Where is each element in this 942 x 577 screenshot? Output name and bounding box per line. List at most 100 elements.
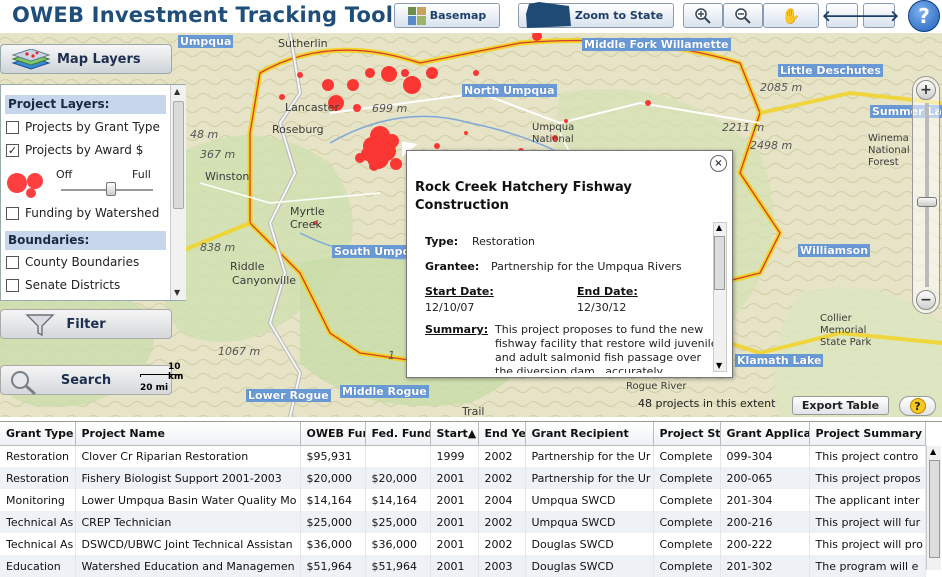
scroll-up-icon[interactable]: ▲: [716, 223, 722, 232]
help-icon: ?: [909, 398, 926, 414]
map-label-lancaster: Lancaster: [285, 101, 339, 114]
table-row[interactable]: Monitoring Lower Umpqua Basin Water Quali…: [0, 489, 926, 511]
help-button[interactable]: ?: [908, 0, 940, 32]
search-icon: [11, 371, 36, 396]
table-row[interactable]: Technical As CREP Technician $25,000 $25,00…: [0, 511, 926, 533]
layer-county-boundaries[interactable]: County Boundaries: [6, 255, 139, 269]
table-cell: 2001: [430, 489, 479, 511]
table-cell: $20,000: [365, 467, 431, 489]
scroll-up-icon[interactable]: ▲: [930, 447, 936, 456]
map-label-riddle: Riddle: [230, 260, 265, 273]
zoom-slider-handle[interactable]: [917, 197, 937, 207]
layer-checkbox[interactable]: [6, 206, 19, 220]
table-cell: 2002: [478, 511, 526, 533]
funnel-icon: [25, 314, 55, 337]
layer-projects-by-grant-type[interactable]: Projects by Grant Type: [6, 120, 160, 134]
table-cell: Complete: [653, 467, 721, 489]
table-cell: Fishery Biologist Support 2001-2003: [75, 467, 301, 489]
project-count-label: 48 projects in this extent: [638, 397, 776, 410]
close-icon: ×: [714, 158, 723, 169]
table-cell: Complete: [653, 511, 721, 533]
column-header[interactable]: Fed. Fund: [365, 422, 431, 446]
watershed-label-middle-rogue: Middle Rogue: [340, 385, 429, 398]
layer-checkbox-checked[interactable]: ✓: [6, 143, 19, 157]
column-header[interactable]: Start▲: [430, 422, 479, 446]
table-cell: Clover Cr Riparian Restoration: [75, 445, 301, 467]
scrollbar-thumb[interactable]: [929, 460, 940, 558]
table-row[interactable]: Restoration Clover Cr Riparian Restoratio…: [0, 445, 926, 467]
watershed-label-umpqua: Umpqua: [178, 35, 234, 48]
slider-zoom-in-button[interactable]: +: [916, 80, 936, 100]
zoom-to-state-button[interactable]: Zoom to State: [518, 2, 674, 28]
layer-checkbox[interactable]: [6, 255, 19, 269]
table-cell: This project will fur: [809, 511, 926, 533]
table-cell: Technical As: [0, 533, 76, 555]
pan-button[interactable]: ✋: [763, 3, 819, 28]
popup-end-label: End Date:: [577, 285, 638, 298]
layer-label: Funding by Watershed: [25, 206, 160, 220]
scroll-up-icon[interactable]: ▲: [174, 87, 180, 96]
table-cell: Lower Umpqua Basin Water Quality Mo: [75, 489, 301, 511]
elevation-label: 838 m: [200, 241, 236, 254]
popup-scrollbar[interactable]: ▲ ▼: [713, 222, 727, 372]
table-cell: 2003: [478, 555, 526, 577]
table-cell: Complete: [653, 445, 721, 467]
table-cell: 2004: [478, 489, 526, 511]
table-scrollbar[interactable]: ▲: [926, 446, 941, 570]
popup-type-label: Type:: [425, 235, 459, 248]
zoom-slider-track[interactable]: [925, 103, 929, 287]
table-cell: Douglas SWCD: [525, 555, 654, 577]
layer-checkbox[interactable]: [6, 278, 19, 292]
column-header[interactable]: Project Name: [75, 422, 301, 446]
column-header[interactable]: Grant Recipient: [525, 422, 654, 446]
layer-senate-districts[interactable]: Senate Districts: [6, 278, 120, 292]
scrollbar-thumb[interactable]: [173, 101, 184, 209]
column-header[interactable]: Grant Applicat: [720, 422, 810, 446]
table-cell: $95,931: [300, 445, 366, 467]
watershed-label-williamson: Williamson: [798, 244, 871, 257]
map-label-sutherlin: Sutherlin: [278, 37, 328, 50]
zoom-in-button[interactable]: [683, 3, 723, 28]
table-cell: The applicant inter: [809, 489, 926, 511]
map-layers-icon: [11, 49, 51, 70]
layer-checkbox[interactable]: [6, 120, 19, 134]
watershed-label-north-umpqua: North Umpqua: [462, 84, 557, 97]
zoom-out-button[interactable]: [723, 3, 763, 28]
slider-zoom-out-button[interactable]: −: [916, 290, 936, 310]
export-table-button[interactable]: Export Table: [792, 396, 889, 415]
zoom-slider[interactable]: + −: [912, 76, 940, 314]
table-row[interactable]: Restoration Fishery Biologist Support 200…: [0, 467, 926, 489]
column-header[interactable]: OWEB Fun: [300, 422, 366, 446]
layer-funding-by-watershed[interactable]: Funding by Watershed: [6, 206, 159, 220]
table-cell: Douglas SWCD: [525, 533, 654, 555]
map-layers-button[interactable]: Map Layers: [0, 44, 172, 74]
popup-summary-label: Summary:: [425, 323, 489, 336]
watershed-label-klamath-lake: Klamath Lake: [735, 354, 824, 367]
next-extent-button[interactable]: 🡒: [859, 3, 899, 28]
table-cell: This project will pro: [809, 533, 926, 555]
scroll-down-icon[interactable]: ▼: [716, 361, 722, 370]
elevation-label: 1: [388, 349, 395, 362]
column-header[interactable]: Project St: [653, 422, 721, 446]
basemap-button[interactable]: Basemap: [394, 3, 500, 28]
column-header[interactable]: Project Summary: [809, 422, 926, 446]
scrollbar-thumb[interactable]: [714, 236, 725, 290]
column-header[interactable]: End Ye: [478, 422, 526, 446]
table-row[interactable]: Education Watershed Education and Managem…: [0, 555, 926, 577]
table-row[interactable]: Technical As DSWCD/UBWC Joint Technical A…: [0, 533, 926, 555]
layer-label: County Boundaries: [25, 255, 140, 269]
filter-button[interactable]: Filter: [0, 309, 172, 339]
layers-panel-scrollbar[interactable]: ▲ ▼: [170, 85, 186, 300]
column-header[interactable]: Grant Type: [0, 422, 76, 446]
popup-close-button[interactable]: ×: [710, 155, 727, 172]
previous-extent-button[interactable]: 🡐: [822, 3, 862, 28]
opacity-slider-handle[interactable]: [106, 182, 116, 196]
popup-start-label: Start Date:: [425, 285, 494, 298]
table-cell: Umpqua SWCD: [525, 489, 654, 511]
layer-projects-by-award[interactable]: ✓ Projects by Award $: [6, 143, 143, 157]
table-cell: 2002: [478, 445, 526, 467]
scroll-down-icon[interactable]: ▼: [174, 288, 180, 297]
table-help-button[interactable]: ?: [899, 396, 936, 416]
elevation-label: 2498 m: [750, 139, 793, 152]
table-cell: $36,000: [300, 533, 366, 555]
